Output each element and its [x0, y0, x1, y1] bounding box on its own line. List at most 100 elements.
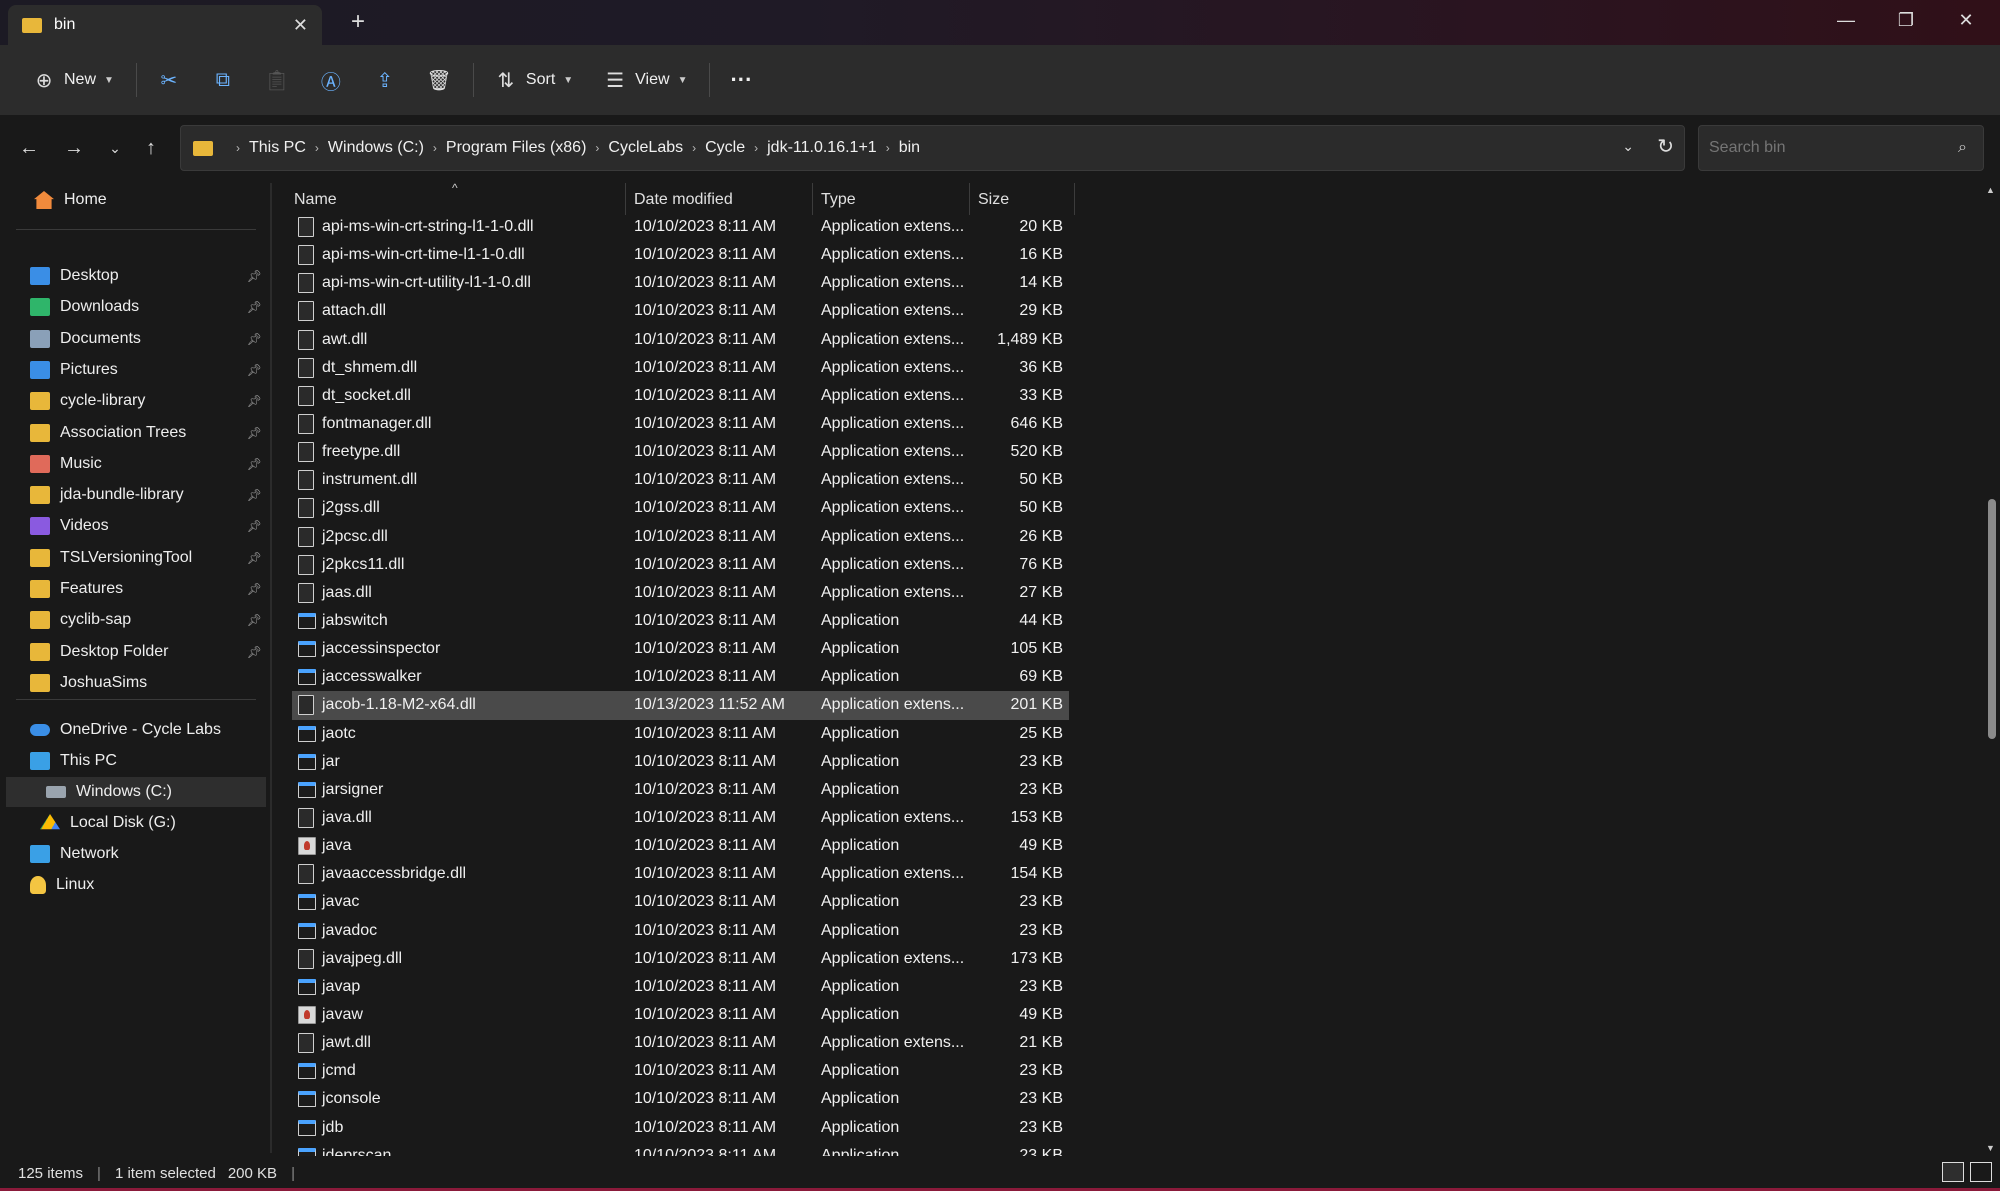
refresh-icon[interactable]: ↻ — [1657, 134, 1674, 159]
sidebar-item-home[interactable]: Home — [34, 185, 270, 215]
file-row[interactable]: attach.dll 10/10/2023 8:11 AM Application … — [292, 297, 1069, 325]
sidebar-item-desktop[interactable]: Desktop 📌︎ — [30, 261, 266, 291]
file-row[interactable]: dt_shmem.dll 10/10/2023 8:11 AM Applicatio… — [292, 354, 1069, 382]
large-icons-view-icon[interactable] — [1970, 1162, 1992, 1182]
file-row[interactable]: dt_socket.dll 10/10/2023 8:11 AM Applicati… — [292, 382, 1069, 410]
file-row[interactable]: jabswitch 10/10/2023 8:11 AM Application 44… — [292, 607, 1069, 635]
sidebar-item-cyclib-sap[interactable]: cyclib-sap 📌︎ — [30, 605, 266, 635]
file-row[interactable]: jar 10/10/2023 8:11 AM Application 23 KB — [292, 748, 1069, 776]
file-row[interactable]: jacob-1.18-M2-x64.dll 10/13/2023 11:52 AM… — [292, 691, 1069, 720]
file-row[interactable]: api-ms-win-crt-utility-l1-1-0.dll 10/10/2… — [292, 269, 1069, 297]
search-input[interactable] — [1698, 125, 1984, 171]
breadcrumb-this-pc[interactable]: This PC — [249, 139, 306, 157]
sidebar-item-jda-bundle-library[interactable]: jda-bundle-library 📌︎ — [30, 480, 266, 510]
pane-divider[interactable] — [270, 183, 272, 1153]
view-button[interactable]: ☰ View ▼ — [595, 58, 695, 102]
address-history-chevron-icon[interactable]: ⌄ — [1622, 138, 1634, 155]
file-row[interactable]: api-ms-win-crt-time-l1-1-0.dll 10/10/2023… — [292, 241, 1069, 269]
share-button[interactable]: ⇪ — [365, 58, 405, 102]
column-name[interactable]: Name — [294, 187, 624, 213]
file-row[interactable]: jcmd 10/10/2023 8:11 AM Application 23 KB — [292, 1057, 1069, 1085]
column-type[interactable]: Type — [821, 187, 961, 213]
breadcrumb-jdk[interactable]: jdk-11.0.16.1+1 — [767, 139, 877, 157]
sidebar-item-linux[interactable]: Linux — [30, 870, 266, 900]
back-arrow-icon[interactable]: ← — [12, 131, 46, 165]
file-row[interactable]: j2pcsc.dll 10/10/2023 8:11 AM Application … — [292, 523, 1069, 551]
file-row[interactable]: jaccessinspector 10/10/2023 8:11 AM Applic… — [292, 635, 1069, 663]
column-resize-handle[interactable] — [812, 183, 813, 215]
restore-button[interactable]: ❐ — [1876, 0, 1936, 40]
file-row[interactable]: instrument.dll 10/10/2023 8:11 AM Applicat… — [292, 466, 1069, 494]
paste-button[interactable]: 📋︎ — [257, 58, 297, 102]
sidebar-item-desktop-folder[interactable]: Desktop Folder 📌︎ — [30, 637, 266, 667]
close-tab-icon[interactable]: ✕ — [293, 15, 308, 36]
sidebar-item-videos[interactable]: Videos 📌︎ — [30, 511, 266, 541]
file-row[interactable]: jaotc 10/10/2023 8:11 AM Application 25 KB — [292, 720, 1069, 748]
copy-button[interactable]: ⧉ — [203, 58, 243, 102]
column-size[interactable]: Size — [978, 187, 1068, 213]
file-row[interactable]: jaccesswalker 10/10/2023 8:11 AM Applicati… — [292, 663, 1069, 691]
file-row[interactable]: javap 10/10/2023 8:11 AM Application 23 KB — [292, 973, 1069, 1001]
file-row[interactable]: jawt.dll 10/10/2023 8:11 AM Application ex… — [292, 1029, 1069, 1057]
file-row[interactable]: awt.dll 10/10/2023 8:11 AM Application ext… — [292, 326, 1069, 354]
breadcrumb-cyclelabs[interactable]: CycleLabs — [608, 139, 683, 157]
file-row[interactable]: javaw 10/10/2023 8:11 AM Application 49 KB — [292, 1001, 1069, 1029]
breadcrumb-cycle[interactable]: Cycle — [705, 139, 745, 157]
new-tab-button[interactable]: + — [344, 8, 372, 36]
more-options-button[interactable]: ··· — [722, 58, 760, 102]
file-row[interactable]: java 10/10/2023 8:11 AM Application 49 KB — [292, 832, 1069, 860]
column-resize-handle[interactable] — [1074, 183, 1075, 215]
details-view-icon[interactable] — [1942, 1162, 1964, 1182]
recent-locations-chevron-icon[interactable]: ⌄ — [98, 131, 132, 165]
file-row[interactable]: jaas.dll 10/10/2023 8:11 AM Application ex… — [292, 579, 1069, 607]
sidebar-item-pictures[interactable]: Pictures 📌︎ — [30, 355, 266, 385]
file-row[interactable]: jarsigner 10/10/2023 8:11 AM Application 23… — [292, 776, 1069, 804]
sidebar-item-joshuasims[interactable]: JoshuaSims — [30, 668, 266, 698]
file-row[interactable]: j2pkcs11.dll 10/10/2023 8:11 AM Applicatio… — [292, 551, 1069, 579]
rename-button[interactable]: Ⓐ — [311, 58, 351, 102]
file-row[interactable]: javadoc 10/10/2023 8:11 AM Application 23 K… — [292, 917, 1069, 945]
sidebar-item-local-disk-g[interactable]: Local Disk (G:) — [40, 808, 276, 838]
breadcrumb-program-files[interactable]: Program Files (x86) — [446, 139, 586, 157]
scrollbar-thumb[interactable] — [1988, 499, 1996, 739]
file-row[interactable]: fontmanager.dll 10/10/2023 8:11 AM Applica… — [292, 410, 1069, 438]
file-row[interactable]: javac 10/10/2023 8:11 AM Application 23 KB — [292, 888, 1069, 916]
breadcrumb-bin[interactable]: bin — [899, 139, 920, 157]
close-window-button[interactable]: ✕ — [1936, 0, 1996, 40]
minimize-button[interactable]: — — [1816, 0, 1876, 40]
sidebar-item-downloads[interactable]: Downloads 📌︎ — [30, 292, 266, 322]
column-resize-handle[interactable] — [625, 183, 626, 215]
forward-arrow-icon[interactable]: → — [57, 131, 91, 165]
column-resize-handle[interactable] — [969, 183, 970, 215]
sidebar-item-features[interactable]: Features 📌︎ — [30, 574, 266, 604]
sidebar-item-documents[interactable]: Documents 📌︎ — [30, 324, 266, 354]
scroll-down-arrow-icon[interactable]: ▼ — [1986, 1143, 1995, 1153]
address-bar[interactable]: › This PC › Windows (C:) › Program Files… — [180, 125, 1685, 171]
file-row[interactable]: javajpeg.dll 10/10/2023 8:11 AM Applicatio… — [292, 945, 1069, 973]
vertical-scrollbar[interactable]: ▲ ▼ — [1984, 183, 1998, 1155]
file-row[interactable]: api-ms-win-crt-string-l1-1-0.dll 10/10/20… — [292, 213, 1069, 241]
breadcrumb-windows-c[interactable]: Windows (C:) — [328, 139, 424, 157]
delete-button[interactable]: 🗑︎ — [419, 58, 459, 102]
scroll-up-arrow-icon[interactable]: ▲ — [1986, 185, 1995, 195]
sidebar-item-windows-c[interactable]: Windows (C:) — [6, 777, 266, 807]
new-button[interactable]: ⊕ New ▼ — [24, 58, 122, 102]
sidebar-item-this-pc[interactable]: This PC — [30, 746, 266, 776]
sidebar-item-cycle-library[interactable]: cycle-library 📌︎ — [30, 386, 266, 416]
sidebar-item-tslversioningtool[interactable]: TSLVersioningTool 📌︎ — [30, 543, 266, 573]
file-row[interactable]: jconsole 10/10/2023 8:11 AM Application 23 … — [292, 1085, 1069, 1113]
column-date-modified[interactable]: Date modified — [634, 187, 804, 213]
file-row[interactable]: java.dll 10/10/2023 8:11 AM Application ex… — [292, 804, 1069, 832]
up-arrow-icon[interactable]: ↑ — [134, 131, 168, 165]
tab-bin[interactable]: bin ✕ — [8, 5, 322, 45]
file-row[interactable]: j2gss.dll 10/10/2023 8:11 AM Application e… — [292, 494, 1069, 522]
file-row[interactable]: freetype.dll 10/10/2023 8:11 AM Applicatio… — [292, 438, 1069, 466]
sidebar-item-association-trees[interactable]: Association Trees 📌︎ — [30, 418, 266, 448]
cut-button[interactable]: ✂ — [149, 58, 189, 102]
file-row[interactable]: jdb 10/10/2023 8:11 AM Application 23 KB — [292, 1114, 1069, 1142]
file-row[interactable]: javaaccessbridge.dll 10/10/2023 8:11 AM Ap… — [292, 860, 1069, 888]
sidebar-item-music[interactable]: Music 📌︎ — [30, 449, 266, 479]
sidebar-item-network[interactable]: Network — [30, 839, 266, 869]
sort-button[interactable]: ⇅ Sort ▼ — [486, 58, 581, 102]
sidebar-item-onedrive[interactable]: OneDrive - Cycle Labs — [30, 715, 266, 745]
